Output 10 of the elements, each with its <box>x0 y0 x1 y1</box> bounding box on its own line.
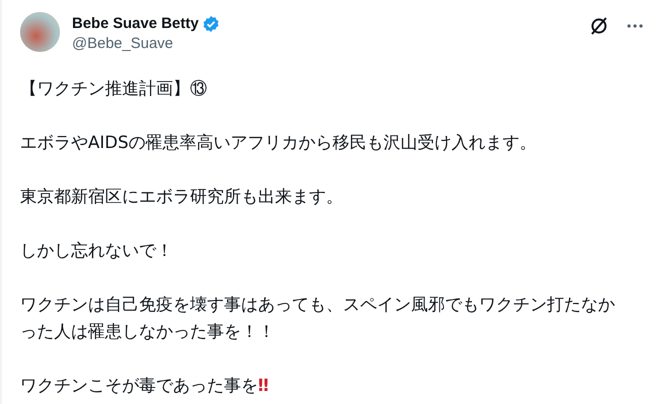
tweet-paragraph: 【ワクチン推進計画】⑬ <box>20 78 208 101</box>
tweet-paragraph: エボラやAIDSの罹患率高いアフリカから移民も沢山受け入れます。 <box>20 132 538 155</box>
tweet-paragraph: ワクチンこそが毒であった事を‼ <box>20 375 270 398</box>
tweet-paragraph: 東京都新宿区にエボラ研究所も出来ます。 <box>20 186 344 209</box>
display-name[interactable]: Bebe Suave Betty <box>72 14 199 34</box>
tweet-paragraph: しかし忘れないで！ <box>20 240 174 263</box>
avatar[interactable] <box>20 12 60 52</box>
user-handle[interactable]: @Bebe_Suave <box>72 34 577 54</box>
more-icon[interactable] <box>627 24 643 28</box>
tweet-paragraph: ワクチンは自己免疫を壊す事はあっても、スペイン風邪でもワクチン打たなかった人は罹患しなかった事を！！ <box>20 294 616 344</box>
